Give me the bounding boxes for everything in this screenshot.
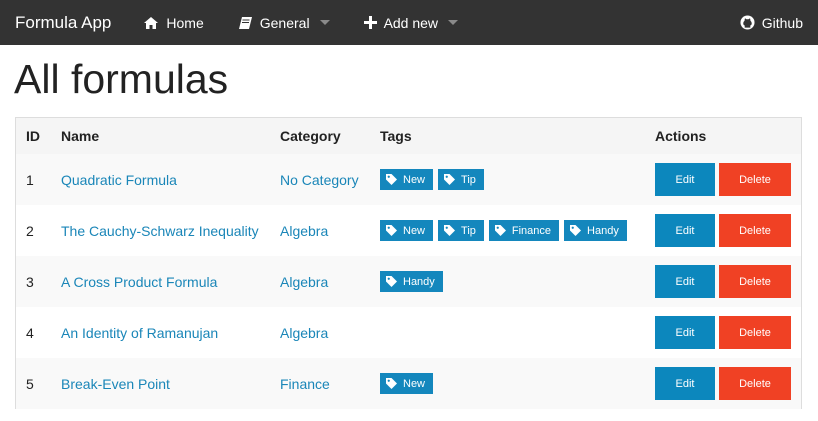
home-icon [143, 16, 159, 30]
nav-github-label: Github [761, 14, 803, 31]
table-row: 4 An Identity of Ramanujan Algebra Edit Dele… [16, 307, 801, 358]
formula-id: 4 [26, 324, 34, 341]
tags-cell: New Tip [380, 154, 489, 205]
edit-button[interactable]: Edit [655, 316, 715, 349]
actions-cell: Edit Delete [655, 154, 791, 205]
column-header-tags: Tags [380, 128, 412, 144]
tag-badge[interactable]: Handy [564, 220, 627, 241]
tags-cell: New [380, 358, 438, 409]
nav-github[interactable]: Github [740, 15, 803, 31]
tag-label: Tip [461, 173, 476, 186]
actions-cell: Edit Delete [655, 205, 791, 256]
nav-general-dropdown[interactable]: General [238, 15, 330, 31]
tag-badge[interactable]: Tip [438, 169, 484, 190]
table-row: 2 The Cauchy-Schwarz Inequality Algebra New… [16, 205, 801, 256]
edit-button[interactable]: Edit [655, 214, 715, 247]
brand-link[interactable]: Formula App [0, 13, 143, 33]
tag-badge[interactable]: Handy [380, 271, 443, 292]
tag-icon [494, 225, 506, 236]
tag-label: New [403, 224, 426, 237]
nav-add-new-label: Add new [383, 14, 439, 31]
formula-id: 2 [26, 222, 34, 239]
tag-icon [386, 225, 397, 236]
page-title: All formulas [14, 56, 229, 102]
tag-icon [444, 174, 456, 185]
tags-cell: New Tip Finance Handy [380, 205, 632, 256]
edit-button[interactable]: Edit [655, 265, 715, 298]
actions-cell: Edit Delete [655, 256, 791, 307]
tag-badge[interactable]: Tip [438, 220, 484, 241]
edit-button[interactable]: Edit [655, 367, 715, 400]
plus-icon [363, 16, 377, 29]
table-header-row: ID Name Category Tags Actions [16, 118, 801, 154]
column-header-category: Category [280, 128, 341, 144]
category-link[interactable]: Algebra [280, 274, 328, 290]
tag-badge[interactable]: New [380, 373, 434, 394]
category-link[interactable]: Finance [280, 376, 330, 392]
tag-icon [570, 225, 582, 236]
chevron-down-icon [448, 20, 459, 25]
tag-badge[interactable]: Finance [488, 220, 560, 241]
tag-label: Handy [587, 224, 619, 237]
column-header-id: ID [26, 128, 40, 144]
tag-badge[interactable]: New [380, 169, 434, 190]
tag-label: Tip [461, 224, 476, 237]
formula-name-link[interactable]: Break-Even Point [61, 376, 170, 392]
edit-button[interactable]: Edit [655, 163, 715, 196]
actions-cell: Edit Delete [655, 358, 791, 409]
tag-icon [386, 378, 397, 389]
tag-icon [386, 276, 397, 287]
table-row: 1 Quadratic Formula No Category New Tip Edit D… [16, 154, 801, 205]
formula-name-link[interactable]: A Cross Product Formula [61, 274, 217, 290]
delete-button[interactable]: Delete [719, 367, 791, 400]
github-icon [740, 15, 755, 30]
formula-id: 3 [26, 273, 34, 290]
formula-id: 1 [26, 171, 34, 188]
delete-button[interactable]: Delete [719, 163, 791, 196]
column-header-name: Name [61, 128, 100, 144]
tag-badge[interactable]: New [380, 220, 434, 241]
tag-label: New [403, 377, 426, 390]
nav-home-label: Home [166, 14, 204, 31]
tag-label: Finance [511, 224, 552, 237]
tag-label: Handy [403, 275, 435, 288]
formula-name-link[interactable]: The Cauchy-Schwarz Inequality [61, 223, 259, 239]
actions-cell: Edit Delete [655, 307, 791, 358]
delete-button[interactable]: Delete [719, 316, 791, 349]
formula-name-link[interactable]: An Identity of Ramanujan [61, 325, 218, 341]
category-link[interactable]: No Category [280, 172, 359, 188]
tag-icon [444, 225, 456, 236]
formulas-table: ID Name Category Tags Actions 1 Quadratic… [15, 117, 802, 409]
chevron-down-icon [319, 20, 330, 25]
nav-add-new-dropdown[interactable]: Add new [363, 14, 459, 31]
tag-icon [386, 174, 397, 185]
formula-id: 5 [26, 375, 34, 392]
category-link[interactable]: Algebra [280, 325, 328, 341]
delete-button[interactable]: Delete [719, 265, 791, 298]
top-navbar: Formula App Home General Add new Github [0, 0, 818, 45]
table-row: 5 Break-Even Point Finance New Edit Delete [16, 358, 801, 409]
tags-cell: Handy [380, 256, 448, 307]
delete-button[interactable]: Delete [719, 214, 791, 247]
nav-home[interactable]: Home [143, 14, 204, 31]
category-link[interactable]: Algebra [280, 223, 328, 239]
book-icon [238, 16, 253, 30]
table-row: 3 A Cross Product Formula Algebra Handy Edit… [16, 256, 801, 307]
column-header-actions: Actions [655, 128, 707, 144]
nav-general-label: General [259, 14, 310, 31]
tag-label: New [403, 173, 426, 186]
formula-name-link[interactable]: Quadratic Formula [61, 172, 177, 188]
